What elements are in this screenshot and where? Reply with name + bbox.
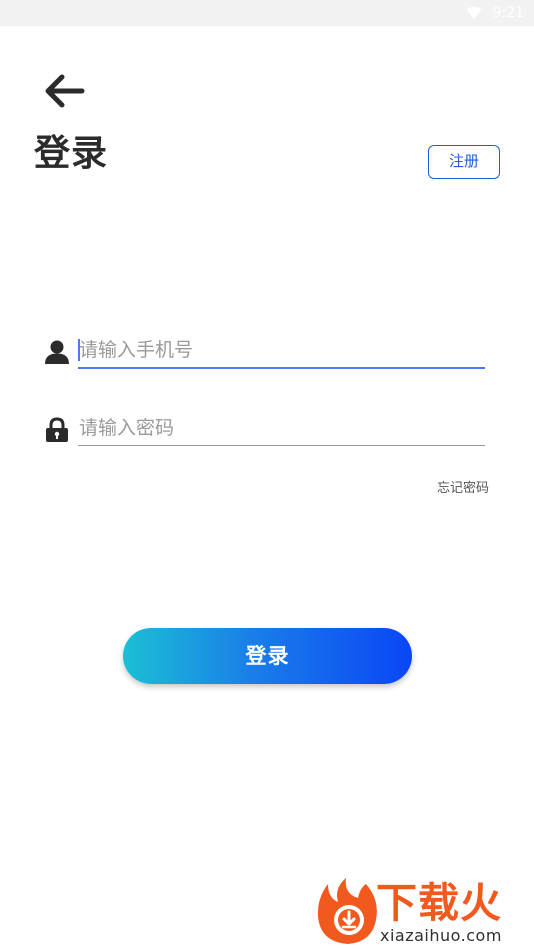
watermark-url: xiazaihuo.com [380, 926, 502, 945]
watermark: 下载火 xiazaihuo.com [314, 876, 530, 948]
status-bar: 9:21 [0, 0, 534, 26]
text-caret [78, 339, 80, 361]
user-icon [45, 340, 69, 364]
password-input-wrapper [78, 410, 486, 446]
login-button[interactable]: 登录 [123, 628, 412, 684]
page-title: 登录 [34, 133, 109, 174]
phone-input[interactable] [78, 333, 486, 367]
lock-icon [46, 417, 68, 442]
password-input[interactable] [78, 410, 486, 445]
watermark-text: 下载火 [376, 879, 502, 927]
back-button[interactable] [40, 68, 88, 116]
register-button[interactable]: 注册 [428, 145, 500, 179]
wifi-icon [466, 6, 482, 19]
flame-download-icon [317, 878, 377, 944]
forgot-password-link[interactable]: 忘记密码 [437, 477, 489, 496]
arrow-left-icon [45, 74, 85, 108]
status-time: 9:21 [492, 5, 524, 21]
phone-input-wrapper [78, 333, 486, 369]
